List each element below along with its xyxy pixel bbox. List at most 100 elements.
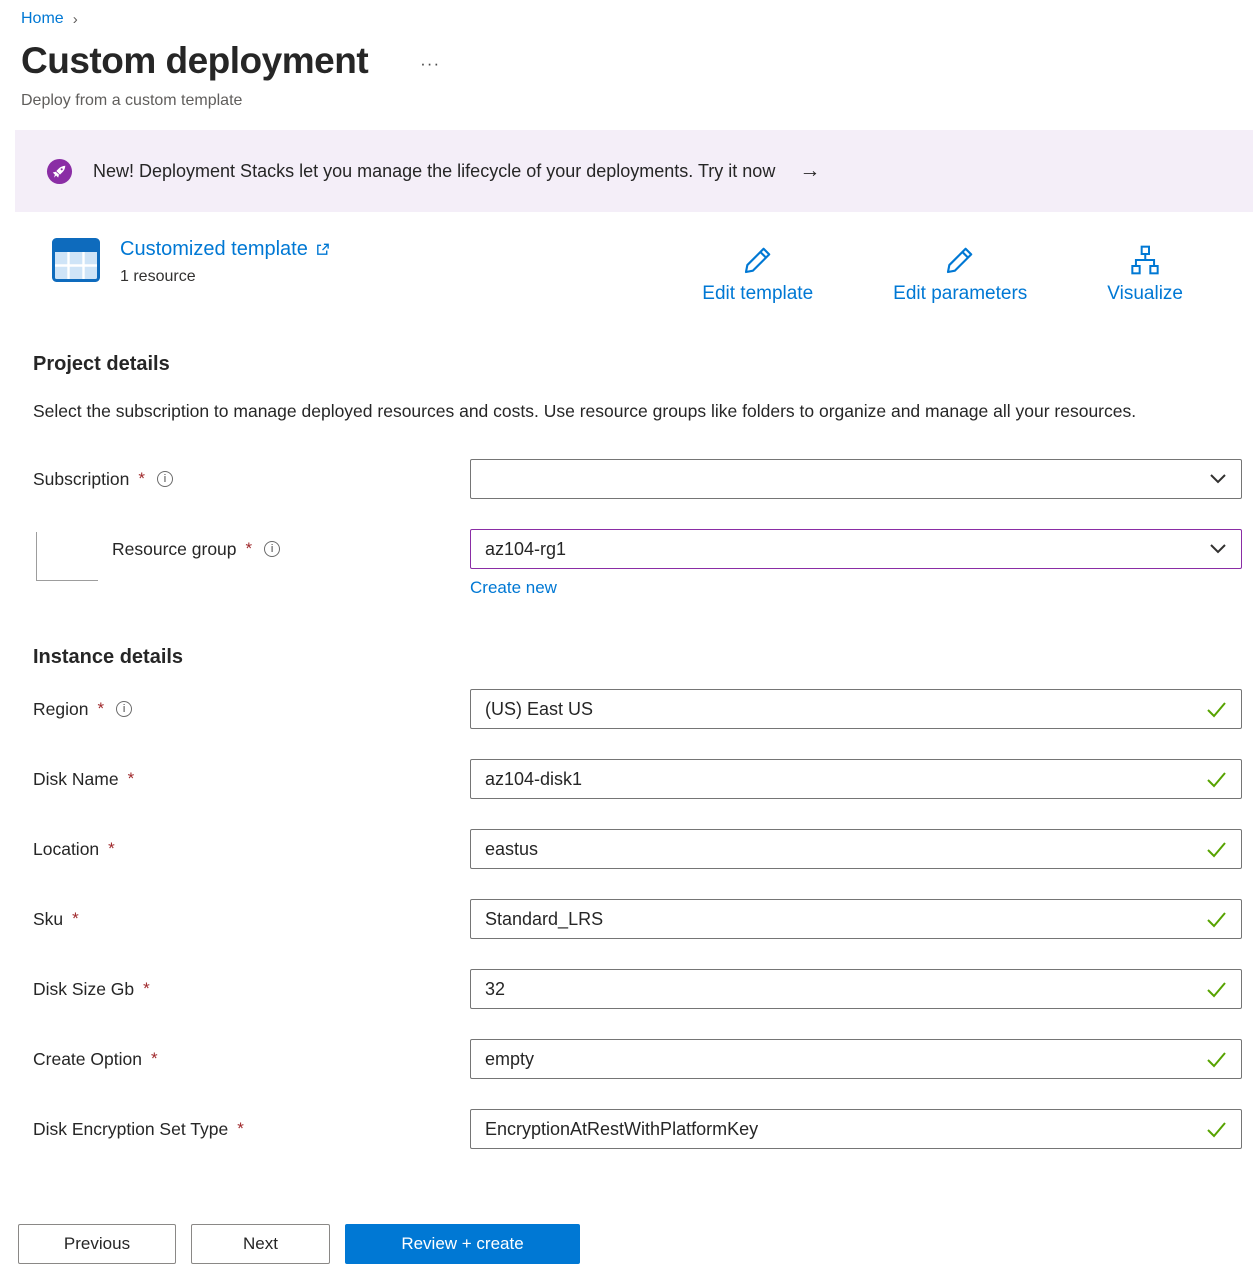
deployment-stacks-banner[interactable]: New! Deployment Stacks let you manage th… [15, 130, 1253, 212]
create-option-row: Create Option * empty [0, 1039, 1242, 1079]
location-label: Location [33, 839, 99, 860]
resource-group-select[interactable]: az104-rg1 [470, 529, 1242, 569]
required-asterisk: * [151, 1049, 158, 1069]
disk-encryption-input[interactable]: EncryptionAtRestWithPlatformKey [470, 1109, 1242, 1149]
location-row: Location * eastus [0, 829, 1242, 869]
disk-encryption-label: Disk Encryption Set Type [33, 1119, 228, 1140]
resource-group-label: Resource group [112, 539, 237, 560]
edit-template-button[interactable]: Edit template [702, 244, 813, 305]
more-menu-button[interactable]: ··· [420, 48, 440, 74]
create-new-link[interactable]: Create new [470, 578, 557, 597]
breadcrumb: Home › [0, 0, 1253, 28]
rocket-icon [46, 158, 73, 185]
template-actions: Edit template Edit parameters Visualize [702, 244, 1183, 305]
breadcrumb-home-link[interactable]: Home [21, 10, 64, 28]
page-title: Custom deployment [21, 40, 368, 82]
create-option-label-cell: Create Option * [0, 1049, 470, 1070]
valid-check-icon [1206, 981, 1227, 998]
valid-check-icon [1206, 701, 1227, 718]
required-asterisk: * [246, 539, 253, 559]
edit-parameters-label: Edit parameters [893, 283, 1027, 305]
visualize-icon [1129, 244, 1161, 276]
subscription-select[interactable] [470, 459, 1242, 499]
info-icon[interactable]: i [116, 701, 132, 717]
info-icon[interactable]: i [157, 471, 173, 487]
location-input[interactable]: eastus [470, 829, 1242, 869]
subscription-label: Subscription [33, 469, 129, 490]
region-row: Region * i (US) East US [0, 689, 1242, 729]
valid-check-icon [1206, 911, 1227, 928]
disk-encryption-label-cell: Disk Encryption Set Type * [0, 1119, 470, 1140]
create-option-value: empty [485, 1049, 1206, 1070]
required-asterisk: * [128, 769, 135, 789]
visualize-label: Visualize [1107, 283, 1183, 305]
region-label: Region [33, 699, 88, 720]
resource-group-row: Resource group * i az104-rg1 [0, 529, 1242, 569]
create-option-input[interactable]: empty [470, 1039, 1242, 1079]
required-asterisk: * [143, 979, 150, 999]
edit-template-label: Edit template [702, 283, 813, 305]
visualize-button[interactable]: Visualize [1107, 244, 1183, 305]
previous-button[interactable]: Previous [18, 1224, 176, 1264]
chevron-down-icon [1209, 472, 1227, 486]
required-asterisk: * [138, 469, 145, 489]
project-details-form: Subscription * i Resource group * i az10… [0, 459, 1253, 598]
required-asterisk: * [72, 909, 79, 929]
create-option-label: Create Option [33, 1049, 142, 1070]
required-asterisk: * [108, 839, 115, 859]
pencil-icon [944, 244, 976, 276]
external-link-icon [315, 242, 330, 257]
sku-row: Sku * Standard_LRS [0, 899, 1242, 939]
wizard-footer: Previous Next Review + create [0, 1208, 1253, 1280]
location-value: eastus [485, 839, 1206, 860]
required-asterisk: * [237, 1119, 244, 1139]
instance-details-heading: Instance details [0, 646, 1253, 669]
breadcrumb-separator-icon: › [73, 11, 78, 28]
edit-parameters-button[interactable]: Edit parameters [893, 244, 1027, 305]
valid-check-icon [1206, 771, 1227, 788]
project-details-description: Select the subscription to manage deploy… [0, 396, 1180, 427]
region-label-cell: Region * i [0, 699, 470, 720]
disk-name-value: az104-disk1 [485, 769, 1206, 790]
arrow-right-icon[interactable]: → [799, 159, 820, 183]
disk-size-label-cell: Disk Size Gb * [0, 979, 470, 1000]
disk-name-input[interactable]: az104-disk1 [470, 759, 1242, 799]
valid-check-icon [1206, 1121, 1227, 1138]
sku-value: Standard_LRS [485, 909, 1206, 930]
region-value: (US) East US [485, 699, 1206, 720]
disk-size-value: 32 [485, 979, 1206, 1000]
resource-group-value: az104-rg1 [485, 539, 1209, 560]
subscription-label-cell: Subscription * i [0, 469, 470, 490]
required-asterisk: * [97, 699, 104, 719]
subscription-row: Subscription * i [0, 459, 1242, 499]
disk-size-row: Disk Size Gb * 32 [0, 969, 1242, 1009]
chevron-down-icon [1209, 542, 1227, 556]
project-details-heading: Project details [0, 353, 1253, 376]
template-resource-count: 1 resource [120, 268, 330, 286]
disk-encryption-set-type-row: Disk Encryption Set Type * EncryptionAtR… [0, 1109, 1242, 1149]
disk-size-input[interactable]: 32 [470, 969, 1242, 1009]
pencil-icon [742, 244, 774, 276]
next-button[interactable]: Next [191, 1224, 330, 1264]
info-icon[interactable]: i [264, 541, 280, 557]
template-info: Customized template 1 resource [120, 238, 330, 286]
review-create-button[interactable]: Review + create [345, 1224, 580, 1264]
sku-input[interactable]: Standard_LRS [470, 899, 1242, 939]
template-summary: Customized template 1 resource Edit temp… [52, 238, 1253, 305]
region-select[interactable]: (US) East US [470, 689, 1242, 729]
disk-name-label: Disk Name [33, 769, 119, 790]
sku-label-cell: Sku * [0, 909, 470, 930]
location-label-cell: Location * [0, 839, 470, 860]
template-name: Customized template [120, 238, 308, 261]
template-icon [52, 238, 100, 282]
valid-check-icon [1206, 1051, 1227, 1068]
page-header: Custom deployment ··· [0, 40, 1253, 82]
banner-text: New! Deployment Stacks let you manage th… [93, 161, 775, 182]
page-subtitle: Deploy from a custom template [0, 92, 1253, 110]
disk-size-label: Disk Size Gb [33, 979, 134, 1000]
field-connector-line [36, 532, 98, 581]
valid-check-icon [1206, 841, 1227, 858]
sku-label: Sku [33, 909, 63, 930]
customized-template-link[interactable]: Customized template [120, 238, 330, 261]
disk-name-label-cell: Disk Name * [0, 769, 470, 790]
